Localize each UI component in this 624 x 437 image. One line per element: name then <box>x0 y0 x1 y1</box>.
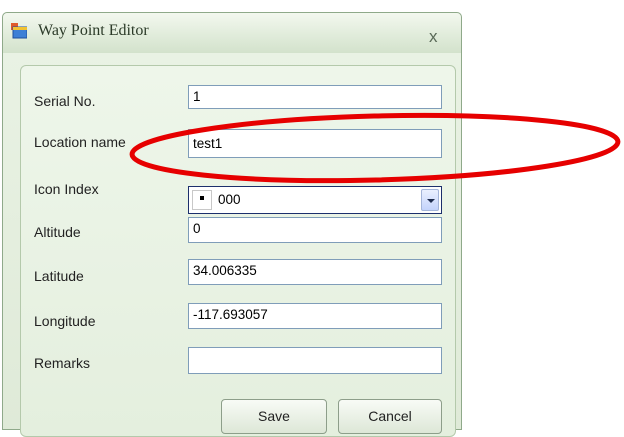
longitude-field[interactable]: -117.693057 <box>188 303 442 329</box>
longitude-label: Longitude <box>34 313 96 329</box>
altitude-field[interactable]: 0 <box>188 217 442 243</box>
window-title: Way Point Editor <box>38 22 149 39</box>
remarks-field[interactable] <box>188 347 442 374</box>
serial-field[interactable]: 1 <box>188 85 442 109</box>
latitude-field[interactable]: 34.006335 <box>188 259 442 285</box>
location-name-field[interactable]: test1 <box>188 129 442 158</box>
dropdown-arrow-icon[interactable] <box>421 189 439 211</box>
form-panel <box>20 65 456 437</box>
latitude-label: Latitude <box>34 268 84 284</box>
close-icon[interactable]: x <box>429 28 438 45</box>
title-bar[interactable]: Way Point Editor x <box>3 13 461 53</box>
save-button[interactable]: Save <box>221 399 327 434</box>
app-window-icon <box>11 23 27 39</box>
icon-index-value: 000 <box>218 192 241 207</box>
icon-index-select[interactable]: 000 <box>188 186 442 214</box>
altitude-label: Altitude <box>34 224 81 240</box>
cancel-button[interactable]: Cancel <box>338 399 442 434</box>
location-name-label: Location name <box>34 134 126 150</box>
way-point-editor-window: Way Point Editor x Serial No. 1 Location… <box>2 12 462 437</box>
serial-label: Serial No. <box>34 93 96 109</box>
remarks-label: Remarks <box>34 355 91 371</box>
icon-index-label: Icon Index <box>34 181 99 197</box>
icon-preview <box>192 190 212 210</box>
